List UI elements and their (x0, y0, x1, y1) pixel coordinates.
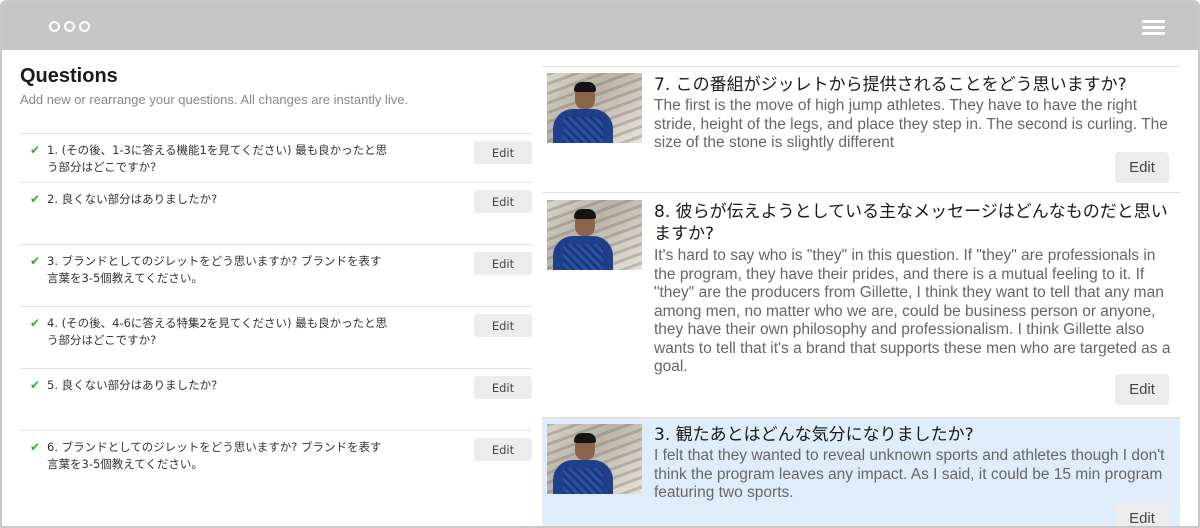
checkmark-icon: ✔ (30, 440, 41, 454)
window-dot-icon[interactable] (49, 21, 60, 32)
page-subtitle: Add new or rearrange your questions. All… (20, 92, 409, 107)
edit-question-button[interactable]: Edit (474, 252, 532, 275)
checkmark-icon: ✔ (30, 316, 41, 330)
edit-question-button[interactable]: Edit (474, 376, 532, 399)
video-thumbnail[interactable] (547, 200, 642, 270)
questions-panel: Questions Add new or rearrange your ques… (20, 50, 532, 526)
edit-question-button[interactable]: Edit (474, 314, 532, 337)
question-text: 2. 良くない部分はありましたか? (47, 192, 218, 206)
edit-question-button[interactable]: Edit (474, 190, 532, 213)
video-thumbnail[interactable] (547, 73, 642, 143)
question-text: 5. 良くない部分はありましたか? (47, 378, 218, 392)
edit-response-button[interactable]: Edit (1115, 374, 1169, 405)
edit-response-button[interactable]: Edit (1115, 503, 1169, 526)
checkmark-icon: ✔ (30, 192, 41, 206)
checkmark-icon: ✔ (30, 378, 41, 392)
checkmark-icon: ✔ (30, 143, 41, 157)
response-transcript: I felt that they wanted to reveal unknow… (654, 447, 1165, 501)
question-item: ✔ 3. ブランドとしてのジレットをどう思いますか? ブランドを表す言葉を3-5… (20, 244, 532, 306)
response-question-title: 8. 彼らが伝えようとしている主なメッセージはどんなものだと思いますか? (654, 202, 1168, 244)
edit-question-button[interactable]: Edit (474, 141, 532, 164)
edit-response-button[interactable]: Edit (1115, 152, 1169, 183)
question-text: 4. (その後、4-6に答える特集2を見てください) 最も良かったと思う部分はど… (47, 316, 388, 347)
title-bar (2, 2, 1198, 50)
hamburger-icon[interactable] (1142, 20, 1165, 36)
window-controls (49, 21, 90, 32)
response-transcript: It's hard to say who is "they" in this q… (654, 247, 1171, 375)
responses-panel: 7. この番組がジッレトから提供されることをどう思いますか? The first… (542, 66, 1180, 526)
question-text: 3. ブランドとしてのジレットをどう思いますか? ブランドを表す言葉を3-5個教… (47, 254, 382, 285)
page-title: Questions (20, 65, 118, 87)
question-item: ✔ 2. 良くない部分はありましたか? Edit (20, 182, 532, 244)
question-item: ✔ 4. (その後、4-6に答える特集2を見てください) 最も良かったと思う部分… (20, 306, 532, 368)
window-dot-icon[interactable] (64, 21, 75, 32)
checkmark-icon: ✔ (30, 254, 41, 268)
response-card: 8. 彼らが伝えようとしている主なメッセージはどんなものだと思いますか? It'… (542, 193, 1180, 418)
response-card-selected[interactable]: 3. 観たあとはどんな気分になりましたか? I felt that they w… (542, 418, 1180, 526)
response-question-title: 7. この番組がジッレトから提供されることをどう思いますか? (654, 75, 1127, 95)
app-window: Questions Add new or rearrange your ques… (0, 0, 1200, 528)
edit-question-button[interactable]: Edit (474, 438, 532, 461)
question-item: ✔ 6. ブランドとしてのジレットをどう思いますか? ブランドを表す言葉を3-5… (20, 430, 532, 492)
question-text: 6. ブランドとしてのジレットをどう思いますか? ブランドを表す言葉を3-5個教… (47, 440, 382, 471)
video-thumbnail[interactable] (547, 424, 642, 494)
window-dot-icon[interactable] (79, 21, 90, 32)
question-list: ✔ 1. (その後、1-3に答える機能1を見てください) 最も良かったと思う部分… (20, 133, 532, 492)
question-text: 1. (その後、1-3に答える機能1を見てください) 最も良かったと思う部分はど… (47, 143, 388, 174)
response-question-title: 3. 観たあとはどんな気分になりましたか? (654, 425, 974, 445)
question-item: ✔ 5. 良くない部分はありましたか? Edit (20, 368, 532, 430)
response-card: 7. この番組がジッレトから提供されることをどう思いますか? The first… (542, 67, 1180, 193)
question-item: ✔ 1. (その後、1-3に答える機能1を見てください) 最も良かったと思う部分… (20, 133, 532, 182)
response-transcript: The first is the move of high jump athle… (654, 97, 1168, 151)
